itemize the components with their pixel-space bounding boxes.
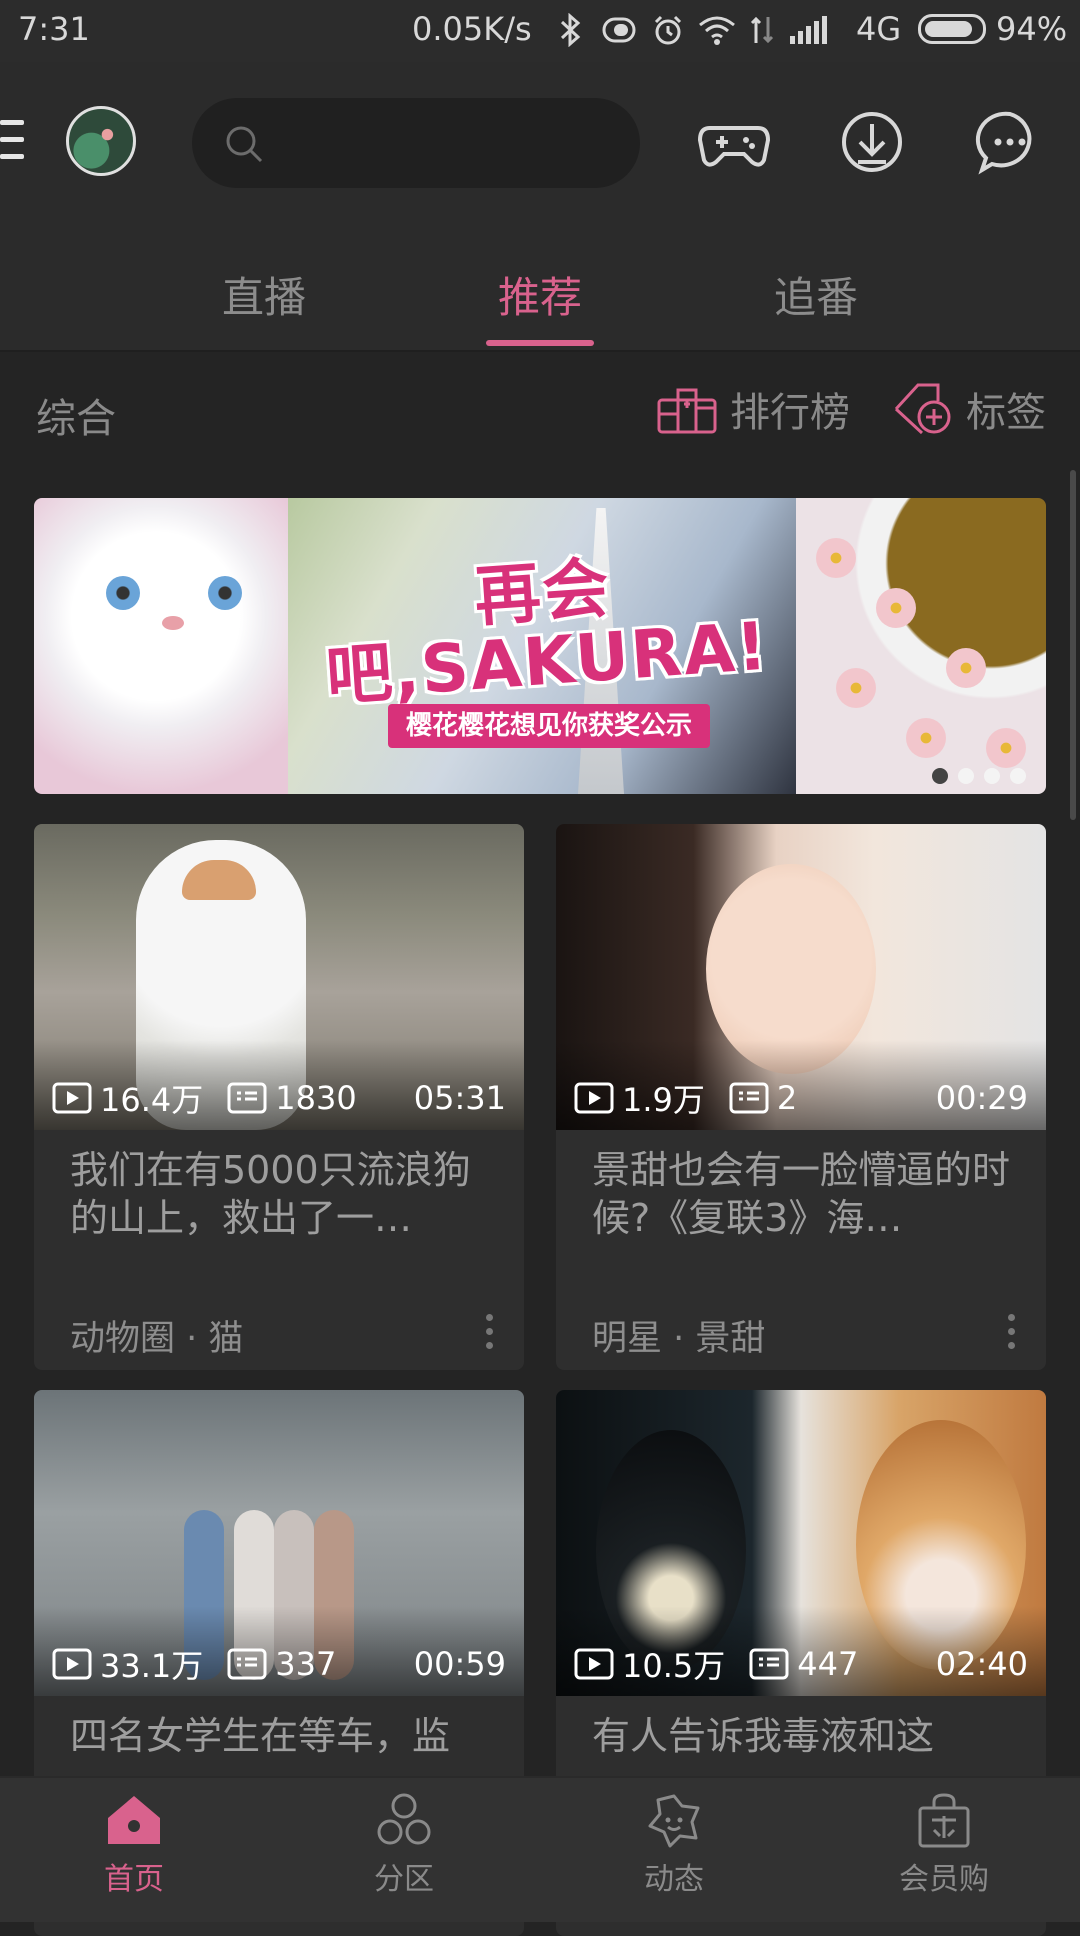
video-thumbnail: 10.5万 447 02:40 [556,1390,1046,1696]
nav-member-shop[interactable]: 会员购 [864,1792,1024,1898]
download-icon[interactable] [832,102,912,182]
message-icon[interactable] [970,102,1050,182]
nav-member-shop-label: 会员购 [899,1862,989,1897]
danmaku-count: 337 [275,1645,337,1683]
video-thumbnail: 1.9万 2 00:29 [556,824,1046,1130]
danmaku-count: 1830 [275,1079,357,1117]
play-count-icon [52,1648,92,1680]
video-title: 四名女学生在等车，监 [70,1714,451,1758]
nav-home[interactable]: 首页 [54,1792,214,1898]
nav-moments[interactable]: 动态 [594,1792,754,1898]
tag-add-icon [894,383,951,435]
status-network-type: 4G [856,10,902,48]
top-tabs: 直播 推荐 追番 [0,228,1080,352]
video-tag[interactable]: 明星 · 景甜 [592,1310,765,1361]
danmaku-icon [749,1648,789,1680]
shopping-bag-icon [918,1793,970,1848]
more-options-icon[interactable] [486,1314,494,1350]
battery-percent: 94% [996,10,1068,48]
app-header [0,62,1080,228]
play-count: 33.1万 [100,1647,204,1685]
video-tag[interactable]: 动物圈 · 猫 [70,1310,243,1361]
wifi-icon [699,16,735,45]
bluetooth-icon [560,13,581,47]
vibrate-icon [602,17,636,43]
banner-title: 再会吧,SAKURA! [323,549,772,716]
video-card[interactable]: 1.9万 2 00:29 景甜也会有一脸懵逼的时候?《复联3》海… 明星 · 景… [556,824,1046,1370]
danmaku-count: 447 [797,1645,859,1683]
video-duration: 00:59 [413,1645,506,1683]
game-controller-icon[interactable] [694,102,774,182]
tab-live[interactable]: 直播 [222,264,306,325]
danmaku-icon [227,1648,267,1680]
danmaku-icon [729,1082,769,1114]
battery-icon [918,14,986,44]
video-title: 景甜也会有一脸懵逼的时候?《复联3》海… [592,1148,1011,1240]
scrollbar[interactable] [1070,470,1076,820]
category-label: 综合 [36,396,116,442]
banner-image-cat [34,498,288,794]
status-time: 7:31 [18,10,90,48]
danmaku-icon [227,1082,267,1114]
banner-carousel[interactable]: 再会吧,SAKURA! 樱花樱花想见你获奖公示 [34,498,1046,794]
video-thumbnail: 33.1万 337 00:59 [34,1390,524,1696]
play-count-icon [52,1082,92,1114]
tab-recommend[interactable]: 推荐 [498,264,582,325]
moments-icon [648,1794,700,1848]
search-icon [226,126,263,163]
video-duration: 00:29 [935,1079,1028,1117]
play-count-icon [574,1082,614,1114]
tab-bangumi[interactable]: 追番 [774,264,858,325]
video-card[interactable]: 16.4万 1830 05:31 我们在有5000只流浪狗的山上，救出了一… 动… [34,824,524,1370]
tab-active-indicator [486,340,594,346]
tags-label: 标签 [966,390,1046,436]
video-title: 我们在有5000只流浪狗的山上，救出了一… [70,1148,471,1240]
video-title: 有人告诉我毒液和这 [592,1714,935,1758]
carousel-indicator [932,768,1026,784]
banner-subtitle: 樱花樱花想见你获奖公示 [388,704,711,748]
play-count: 1.9万 [622,1081,705,1119]
avatar[interactable] [66,106,136,176]
nav-home-label: 首页 [104,1862,164,1897]
alarm-icon [654,15,682,45]
tags-button[interactable]: 标签 [892,380,1046,438]
play-count: 10.5万 [622,1647,726,1685]
danmaku-count: 2 [776,1079,798,1117]
search-bar[interactable] [192,98,640,188]
play-count-icon [574,1648,614,1680]
banner-image-tea [796,498,1046,794]
bottom-navigation: 首页 分区 动态 会员购 [0,1776,1080,1922]
nav-moments-label: 动态 [644,1862,704,1897]
status-network-speed: 0.05K/s [412,10,532,48]
banner-image-main: 再会吧,SAKURA! 樱花樱花想见你获奖公示 [288,498,796,794]
category-icon [377,1793,431,1845]
status-icons [556,12,828,48]
video-thumbnail: 16.4万 1830 05:31 [34,824,524,1130]
nav-category-label: 分区 [374,1862,434,1897]
signal-icon [790,16,827,44]
more-options-icon[interactable] [1008,1314,1016,1350]
ranking-label: 排行榜 [730,390,850,436]
search-input[interactable] [282,118,616,170]
ranking-button[interactable]: 排行榜 [656,380,850,438]
home-icon [108,1796,160,1844]
video-duration: 05:31 [413,1079,506,1117]
data-transfer-icon [750,16,774,44]
ranking-icon [657,388,717,434]
play-count: 16.4万 [100,1081,204,1119]
video-duration: 02:40 [935,1645,1028,1683]
menu-icon[interactable] [0,120,24,164]
status-bar: 7:31 0.05K/s 4G 94% [0,0,1080,62]
nav-category[interactable]: 分区 [324,1792,484,1898]
